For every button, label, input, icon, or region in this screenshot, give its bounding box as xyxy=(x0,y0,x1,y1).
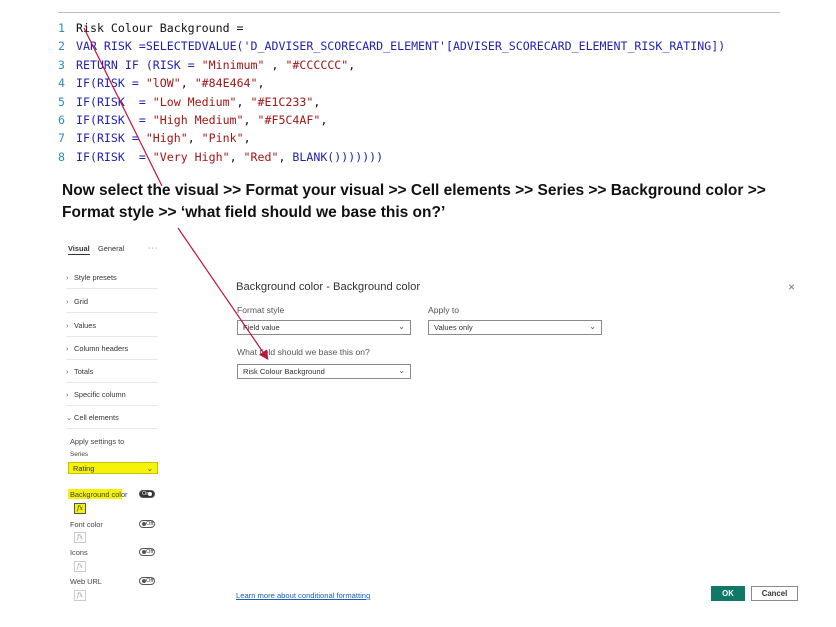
arrow-line-dialog xyxy=(177,227,269,360)
arrow-line-code xyxy=(83,27,163,187)
annotation-arrows xyxy=(83,27,269,360)
